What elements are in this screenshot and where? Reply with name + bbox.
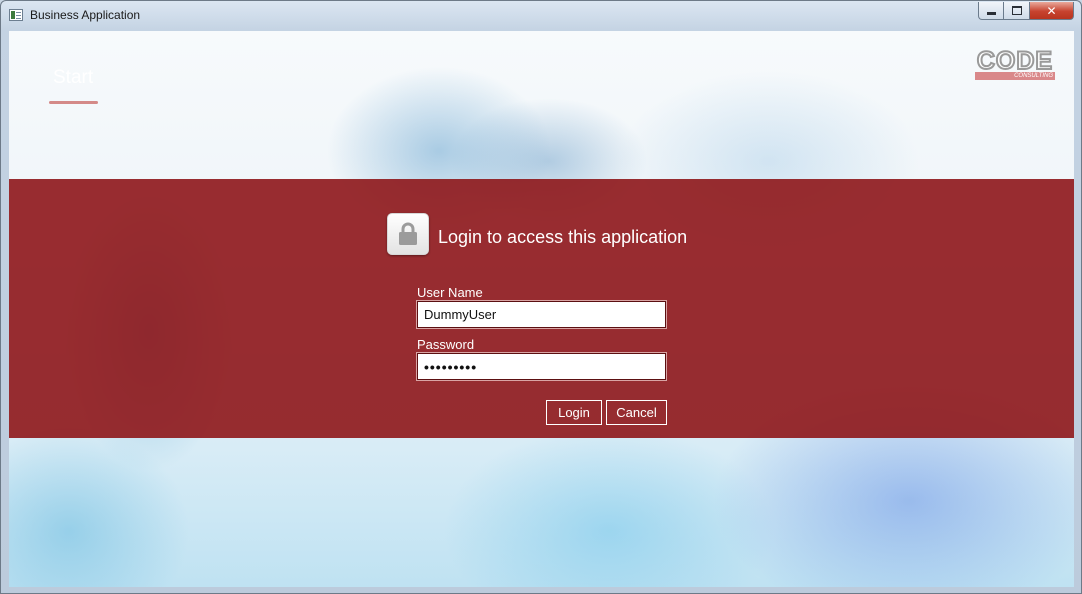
password-label: Password — [417, 337, 475, 352]
close-icon: ✕ — [1046, 3, 1057, 18]
password-input[interactable] — [416, 352, 667, 381]
title-bar[interactable]: Business Application ✕ — [1, 1, 1081, 30]
username-input[interactable] — [416, 300, 667, 329]
login-panel: Login to access this application User Na… — [9, 179, 1074, 438]
close-button[interactable]: ✕ — [1030, 2, 1074, 20]
application-window: Business Application ✕ Start CODE CONSUL… — [0, 0, 1082, 594]
caption-buttons: ✕ — [978, 2, 1074, 21]
window-title: Business Application — [30, 8, 141, 22]
maximize-icon — [1011, 6, 1022, 15]
login-title: Login to access this application — [438, 227, 688, 247]
username-label: User Name — [417, 285, 483, 300]
company-logo: CODE CONSULTING — [975, 47, 1055, 81]
nav-start-link[interactable]: Start — [53, 67, 93, 89]
minimize-icon — [986, 11, 996, 15]
client-area: Start CODE CONSULTING Login to access th… — [9, 31, 1074, 587]
app-window-icon[interactable] — [9, 9, 23, 21]
maximize-button[interactable] — [1004, 2, 1030, 20]
lock-icon — [387, 213, 429, 255]
logo-sub-text: CONSULTING — [1014, 73, 1053, 79]
logo-main-text: CODE — [976, 47, 1054, 75]
cancel-button[interactable]: Cancel — [606, 400, 667, 425]
login-button[interactable]: Login — [546, 400, 602, 425]
nav-active-indicator — [49, 101, 98, 104]
minimize-button[interactable] — [978, 2, 1004, 20]
